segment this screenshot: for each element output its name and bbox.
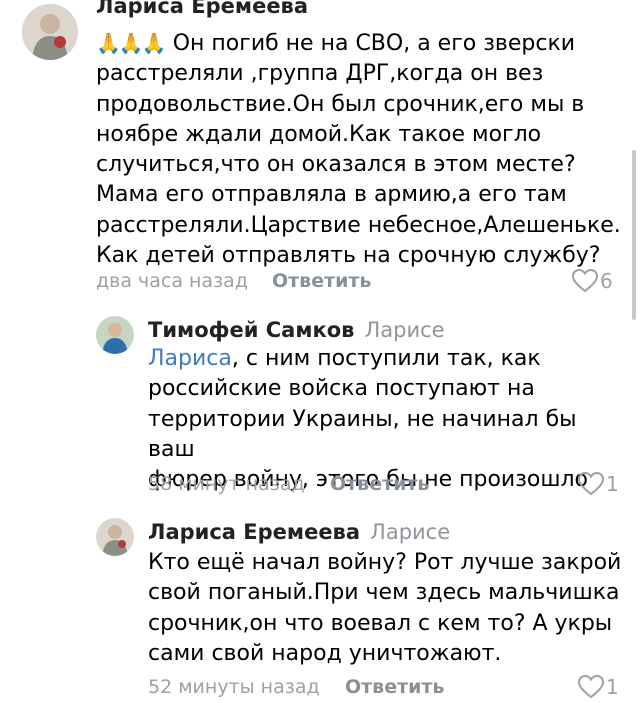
comment-text: Кто ещё начал войну? Рот лучше закрой св… [148, 548, 628, 669]
prayer-emoji: 🙏🙏🙏 [96, 31, 167, 55]
comment-line: расстреляли ,группа ДРГ,когда он вез [96, 61, 544, 87]
comment-time: два часа назад [96, 270, 248, 292]
reply-button[interactable]: Ответить [345, 676, 444, 698]
like-button[interactable]: 1 [578, 675, 619, 699]
comment-author[interactable]: Лариса Еремеева [96, 0, 308, 18]
comment-time: 52 минуты назад [148, 676, 320, 698]
reply-to-label[interactable]: Ларисе [364, 318, 444, 342]
comment-line: срочник,он что воевал с кем то? А укры [148, 610, 613, 636]
reply-button[interactable]: Ответить [330, 473, 429, 495]
comment-author[interactable]: Лариса Еремеева Ларисе [148, 520, 450, 544]
comment-line: сами свой народ уничтожают. [148, 640, 502, 666]
comment-line: случиться,что он оказался в этом месте? [96, 152, 576, 178]
comment-time: 58 минут назад [148, 473, 305, 495]
mention-link[interactable]: Лариса [148, 346, 232, 371]
reply-button[interactable]: Ответить [272, 270, 371, 292]
comment-line: Мама его отправляла в армию,а его там [96, 182, 567, 208]
avatar-photo [22, 4, 78, 60]
scrollbar[interactable] [632, 150, 636, 320]
reply-to-label[interactable]: Ларисе [370, 520, 450, 544]
comment-line: российские войска поступают на [148, 376, 535, 402]
comment-line: Кто ещё начал войну? Рот лучше закрой [148, 550, 622, 575]
author-name[interactable]: Тимофей Самков [148, 318, 354, 342]
avatar[interactable] [96, 518, 134, 556]
heart-outline-icon [578, 472, 604, 496]
comment-line: , с ним поступили так, как [231, 346, 541, 371]
avatar-photo [96, 518, 134, 556]
like-count: 1 [606, 675, 619, 699]
comment-line: территории Украины, не начинал бы ваш [148, 406, 584, 462]
comment-line: Как детей отправлять на срочную службу? [96, 243, 601, 269]
comment-line: ноябре ждали домой.Как такое могло [96, 121, 542, 147]
author-name[interactable]: Лариса Еремеева [148, 520, 360, 544]
like-button[interactable]: 1 [578, 472, 619, 496]
like-count: 1 [606, 472, 619, 496]
avatar[interactable] [22, 4, 78, 60]
like-count: 6 [600, 269, 613, 293]
heart-outline-icon [578, 675, 604, 699]
comment-line: свой поганый.При чем здесь мальчишка [148, 580, 620, 606]
comment-author[interactable]: Тимофей Самков Ларисе [148, 318, 445, 342]
comment-text: 🙏🙏🙏 Он погиб не на СВО, а его зверски рас… [96, 28, 626, 271]
comment-line: расстреляли.Царствие небесное,Алешеньке. [96, 212, 621, 238]
comment-line: продовольствие.Он был срочник,его мы в [96, 91, 585, 117]
avatar-photo [96, 316, 134, 354]
comment-line: Он погиб не на СВО, а его зверски [172, 31, 576, 56]
like-button[interactable]: 6 [572, 269, 613, 293]
heart-outline-icon [572, 269, 598, 293]
avatar[interactable] [96, 316, 134, 354]
